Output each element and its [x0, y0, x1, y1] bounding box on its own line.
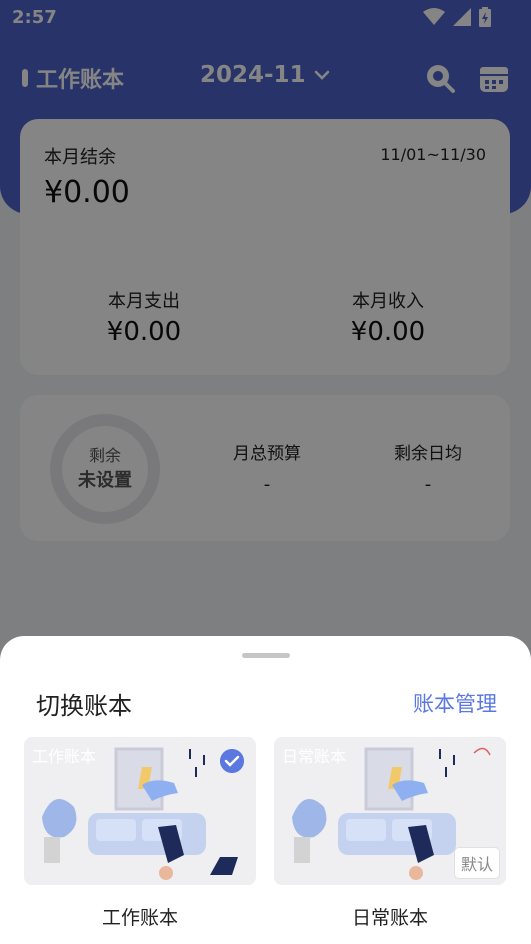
- book-cover-label: 日常账本: [282, 747, 347, 766]
- book-name-work: 工作账本: [101, 907, 178, 929]
- book-name-daily: 日常账本: [351, 907, 428, 929]
- manage-books-link[interactable]: 账本管理: [413, 688, 497, 718]
- switch-book-sheet: 切换账本 账本管理 工作账本 工作账本 日常账本 默认 日常账本: [0, 636, 531, 944]
- default-badge: 默认: [453, 847, 500, 879]
- book-cover-label: 工作账本: [32, 747, 97, 766]
- sheet-title: 切换账本: [36, 692, 132, 720]
- sheet-handle[interactable]: [242, 653, 290, 658]
- selected-check-icon: [220, 749, 244, 773]
- book-card-work[interactable]: 工作账本: [24, 737, 256, 885]
- book-card-daily[interactable]: 日常账本 默认: [274, 737, 506, 885]
